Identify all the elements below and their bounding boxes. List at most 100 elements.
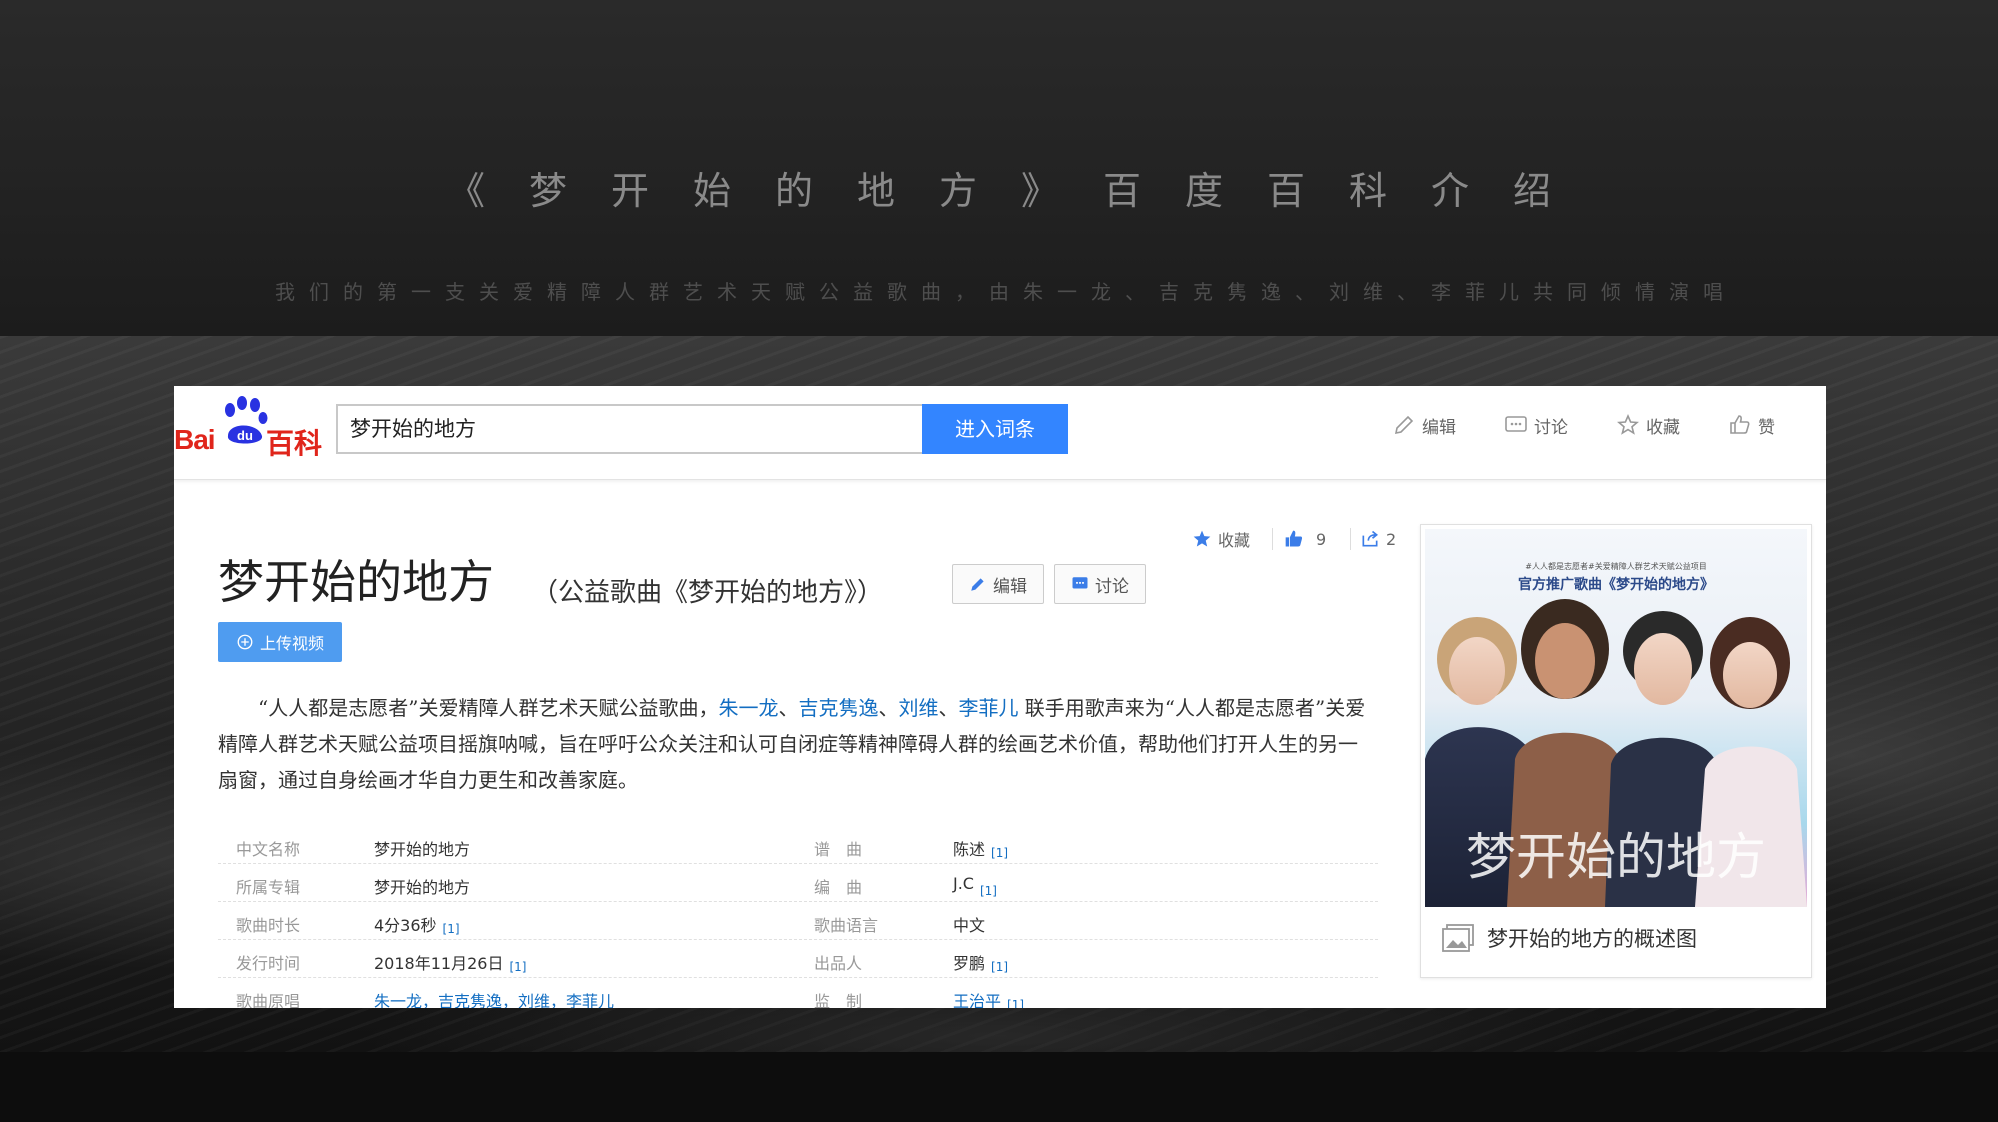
- info-value-text: 梦开始的地方: [374, 878, 471, 897]
- discuss-button-label: 讨论: [1095, 576, 1129, 597]
- info-label: 中文名称: [236, 840, 301, 859]
- slide-title: 《梦开始的地方》百度百科介绍: [446, 169, 1595, 213]
- meta-divider: [1272, 528, 1273, 550]
- artist-link[interactable]: 朱一龙: [718, 696, 778, 720]
- thumbs-up-icon: [1730, 415, 1750, 434]
- artist-link[interactable]: 李菲儿: [958, 696, 1018, 720]
- star-filled-icon: [1193, 530, 1211, 547]
- upload-video-button[interactable]: 上传视频: [218, 622, 342, 662]
- info-value: 罗鹏 [1]: [953, 950, 1008, 974]
- summary-separator: 、: [878, 696, 899, 720]
- info-label: 发行时间: [236, 954, 301, 973]
- top-like-button[interactable]: 赞: [1728, 410, 1775, 440]
- info-value-text: J.C: [953, 874, 974, 893]
- info-value: 4分36秒 [1]: [374, 912, 460, 936]
- artist-link[interactable]: 吉克隽逸: [798, 696, 878, 720]
- meta-divider: [1350, 528, 1351, 550]
- table-row: 所属专辑 梦开始的地方 编 曲 J.C [1]: [218, 864, 1378, 902]
- info-value: 中文: [953, 912, 985, 936]
- info-value-text: 罗鹏: [953, 954, 986, 973]
- paw-icon: du: [225, 396, 268, 444]
- person-face: [1634, 633, 1692, 705]
- info-label: 谱 曲: [814, 840, 863, 859]
- artist-link[interactable]: 刘维: [898, 696, 938, 720]
- info-value-text: 陈述: [953, 840, 986, 859]
- table-row: 歌曲时长 4分36秒 [1] 歌曲语言 中文: [218, 902, 1378, 940]
- entry-subtitle: （公益歌曲《梦开始的地方》）: [532, 578, 884, 608]
- info-label: 歌曲时长: [236, 916, 301, 935]
- star-icon: [1617, 413, 1639, 435]
- edit-button-label: 编辑: [993, 576, 1027, 597]
- info-value: 2018年11月26日 [1]: [374, 950, 526, 974]
- reference-link[interactable]: [1]: [991, 846, 1008, 860]
- info-label: 所属专辑: [236, 878, 301, 897]
- info-value-text: 中文: [953, 916, 986, 935]
- top-bar: Bai du 百科 梦开始的地方 进入词条 编辑 讨论 收藏 赞: [174, 386, 1826, 480]
- person-face: [1723, 642, 1777, 708]
- pencil-filled-icon: [971, 578, 984, 591]
- info-value: 王治平 [1]: [953, 988, 1024, 1008]
- comment-filled-icon: [1072, 577, 1088, 589]
- discuss-button[interactable]: 讨论: [1054, 564, 1146, 604]
- summary-separator: 、: [778, 696, 799, 720]
- info-value-text: 2018年11月26日: [374, 954, 504, 973]
- summary-separator: 、: [938, 696, 959, 720]
- collect-label: 收藏: [1218, 531, 1251, 550]
- baidu-baike-logo[interactable]: Bai du 百科: [174, 396, 324, 460]
- upload-video-label: 上传视频: [259, 634, 324, 653]
- like-count[interactable]: 9: [1284, 526, 1326, 552]
- table-row: 中文名称 梦开始的地方 谱 曲 陈述 [1]: [218, 826, 1378, 864]
- plus-circle-icon: [237, 634, 253, 650]
- summary-text: “人人都是志愿者”关爱精障人群艺术天赋公益歌曲，: [258, 696, 719, 720]
- info-value: J.C [1]: [953, 874, 997, 898]
- enter-entry-button[interactable]: 进入词条: [922, 404, 1068, 454]
- album-poster[interactable]: #人人都是志愿者#关爱精障人群艺术天赋公益项目 官方推广歌曲《梦开始的地方》 梦: [1425, 529, 1807, 907]
- logo-du-text: du: [237, 428, 253, 443]
- share-count-value: 2: [1386, 529, 1397, 549]
- top-collect-label: 收藏: [1646, 417, 1680, 438]
- info-value: 梦开始的地方: [374, 836, 470, 860]
- top-edit-button[interactable]: 编辑: [1392, 410, 1456, 440]
- info-label: 歌曲原唱: [236, 992, 301, 1008]
- share-count[interactable]: 2: [1360, 526, 1396, 552]
- like-count-value: 9: [1316, 529, 1327, 549]
- pencil-icon: [1394, 415, 1414, 435]
- poster-artwork: #人人都是志愿者#关爱精障人群艺术天赋公益项目 官方推广歌曲《梦开始的地方》 梦: [1425, 561, 1807, 907]
- baike-screenshot: Bai du 百科 梦开始的地方 进入词条 编辑 讨论 收藏 赞 收藏 9 2 …: [174, 386, 1826, 1008]
- basic-info-table: 中文名称 梦开始的地方 谱 曲 陈述 [1] 所属专辑 梦开始的地方 编 曲 J.…: [218, 826, 1378, 1008]
- person-face: [1535, 623, 1595, 699]
- reference-link[interactable]: [1]: [991, 960, 1008, 974]
- summary-image-caption[interactable]: 梦开始的地方的概述图: [1441, 923, 1697, 953]
- table-row: 歌曲原唱 朱一龙，吉克隽逸，刘维，李菲儿 监 制 王治平 [1]: [218, 978, 1378, 1008]
- search-input[interactable]: 梦开始的地方: [336, 404, 924, 454]
- top-collect-button[interactable]: 收藏: [1616, 410, 1680, 440]
- collect-link[interactable]: 收藏: [1192, 526, 1250, 552]
- info-value: 梦开始的地方: [374, 874, 470, 898]
- reference-link[interactable]: [1]: [980, 884, 997, 898]
- singer-links[interactable]: 朱一龙，吉克隽逸，刘维，李菲儿: [374, 988, 614, 1008]
- bottom-strip: [0, 1052, 1998, 1122]
- info-value-text: 梦开始的地方: [374, 840, 471, 859]
- person-face: [1449, 637, 1505, 705]
- reference-link[interactable]: [1]: [443, 922, 460, 936]
- table-row: 发行时间 2018年11月26日 [1] 出品人 罗鹏 [1]: [218, 940, 1378, 978]
- thumbs-up-filled-icon: [1285, 530, 1303, 547]
- slide-subtitle: 我们的第一支关爱精障人群艺术天赋公益歌曲，由朱一龙、吉克隽逸、刘维、李菲儿共同倾…: [275, 280, 1737, 304]
- top-discuss-button[interactable]: 讨论: [1504, 410, 1568, 440]
- info-label: 歌曲语言: [814, 916, 879, 935]
- info-value: 陈述 [1]: [953, 836, 1008, 860]
- reference-link[interactable]: [1]: [509, 960, 526, 974]
- comment-icon: [1505, 416, 1527, 432]
- poster-title: 梦开始的地方: [1466, 828, 1766, 886]
- gallery-icon: [1442, 924, 1474, 952]
- summary-image-card[interactable]: #人人都是志愿者#关爱精障人群艺术天赋公益项目 官方推广歌曲《梦开始的地方》 梦: [1420, 524, 1812, 978]
- top-edit-label: 编辑: [1422, 417, 1456, 438]
- reference-link[interactable]: [1]: [1007, 998, 1024, 1008]
- poster-heading: 官方推广歌曲《梦开始的地方》: [1518, 576, 1714, 593]
- entry-title: 梦开始的地方: [218, 555, 494, 609]
- producer-link[interactable]: 王治平: [953, 992, 1001, 1008]
- info-label: 出品人: [814, 954, 863, 973]
- logo-bai-text: Bai: [174, 424, 216, 455]
- summary-image-caption-text: 梦开始的地方的概述图: [1487, 927, 1697, 951]
- edit-button[interactable]: 编辑: [952, 564, 1044, 604]
